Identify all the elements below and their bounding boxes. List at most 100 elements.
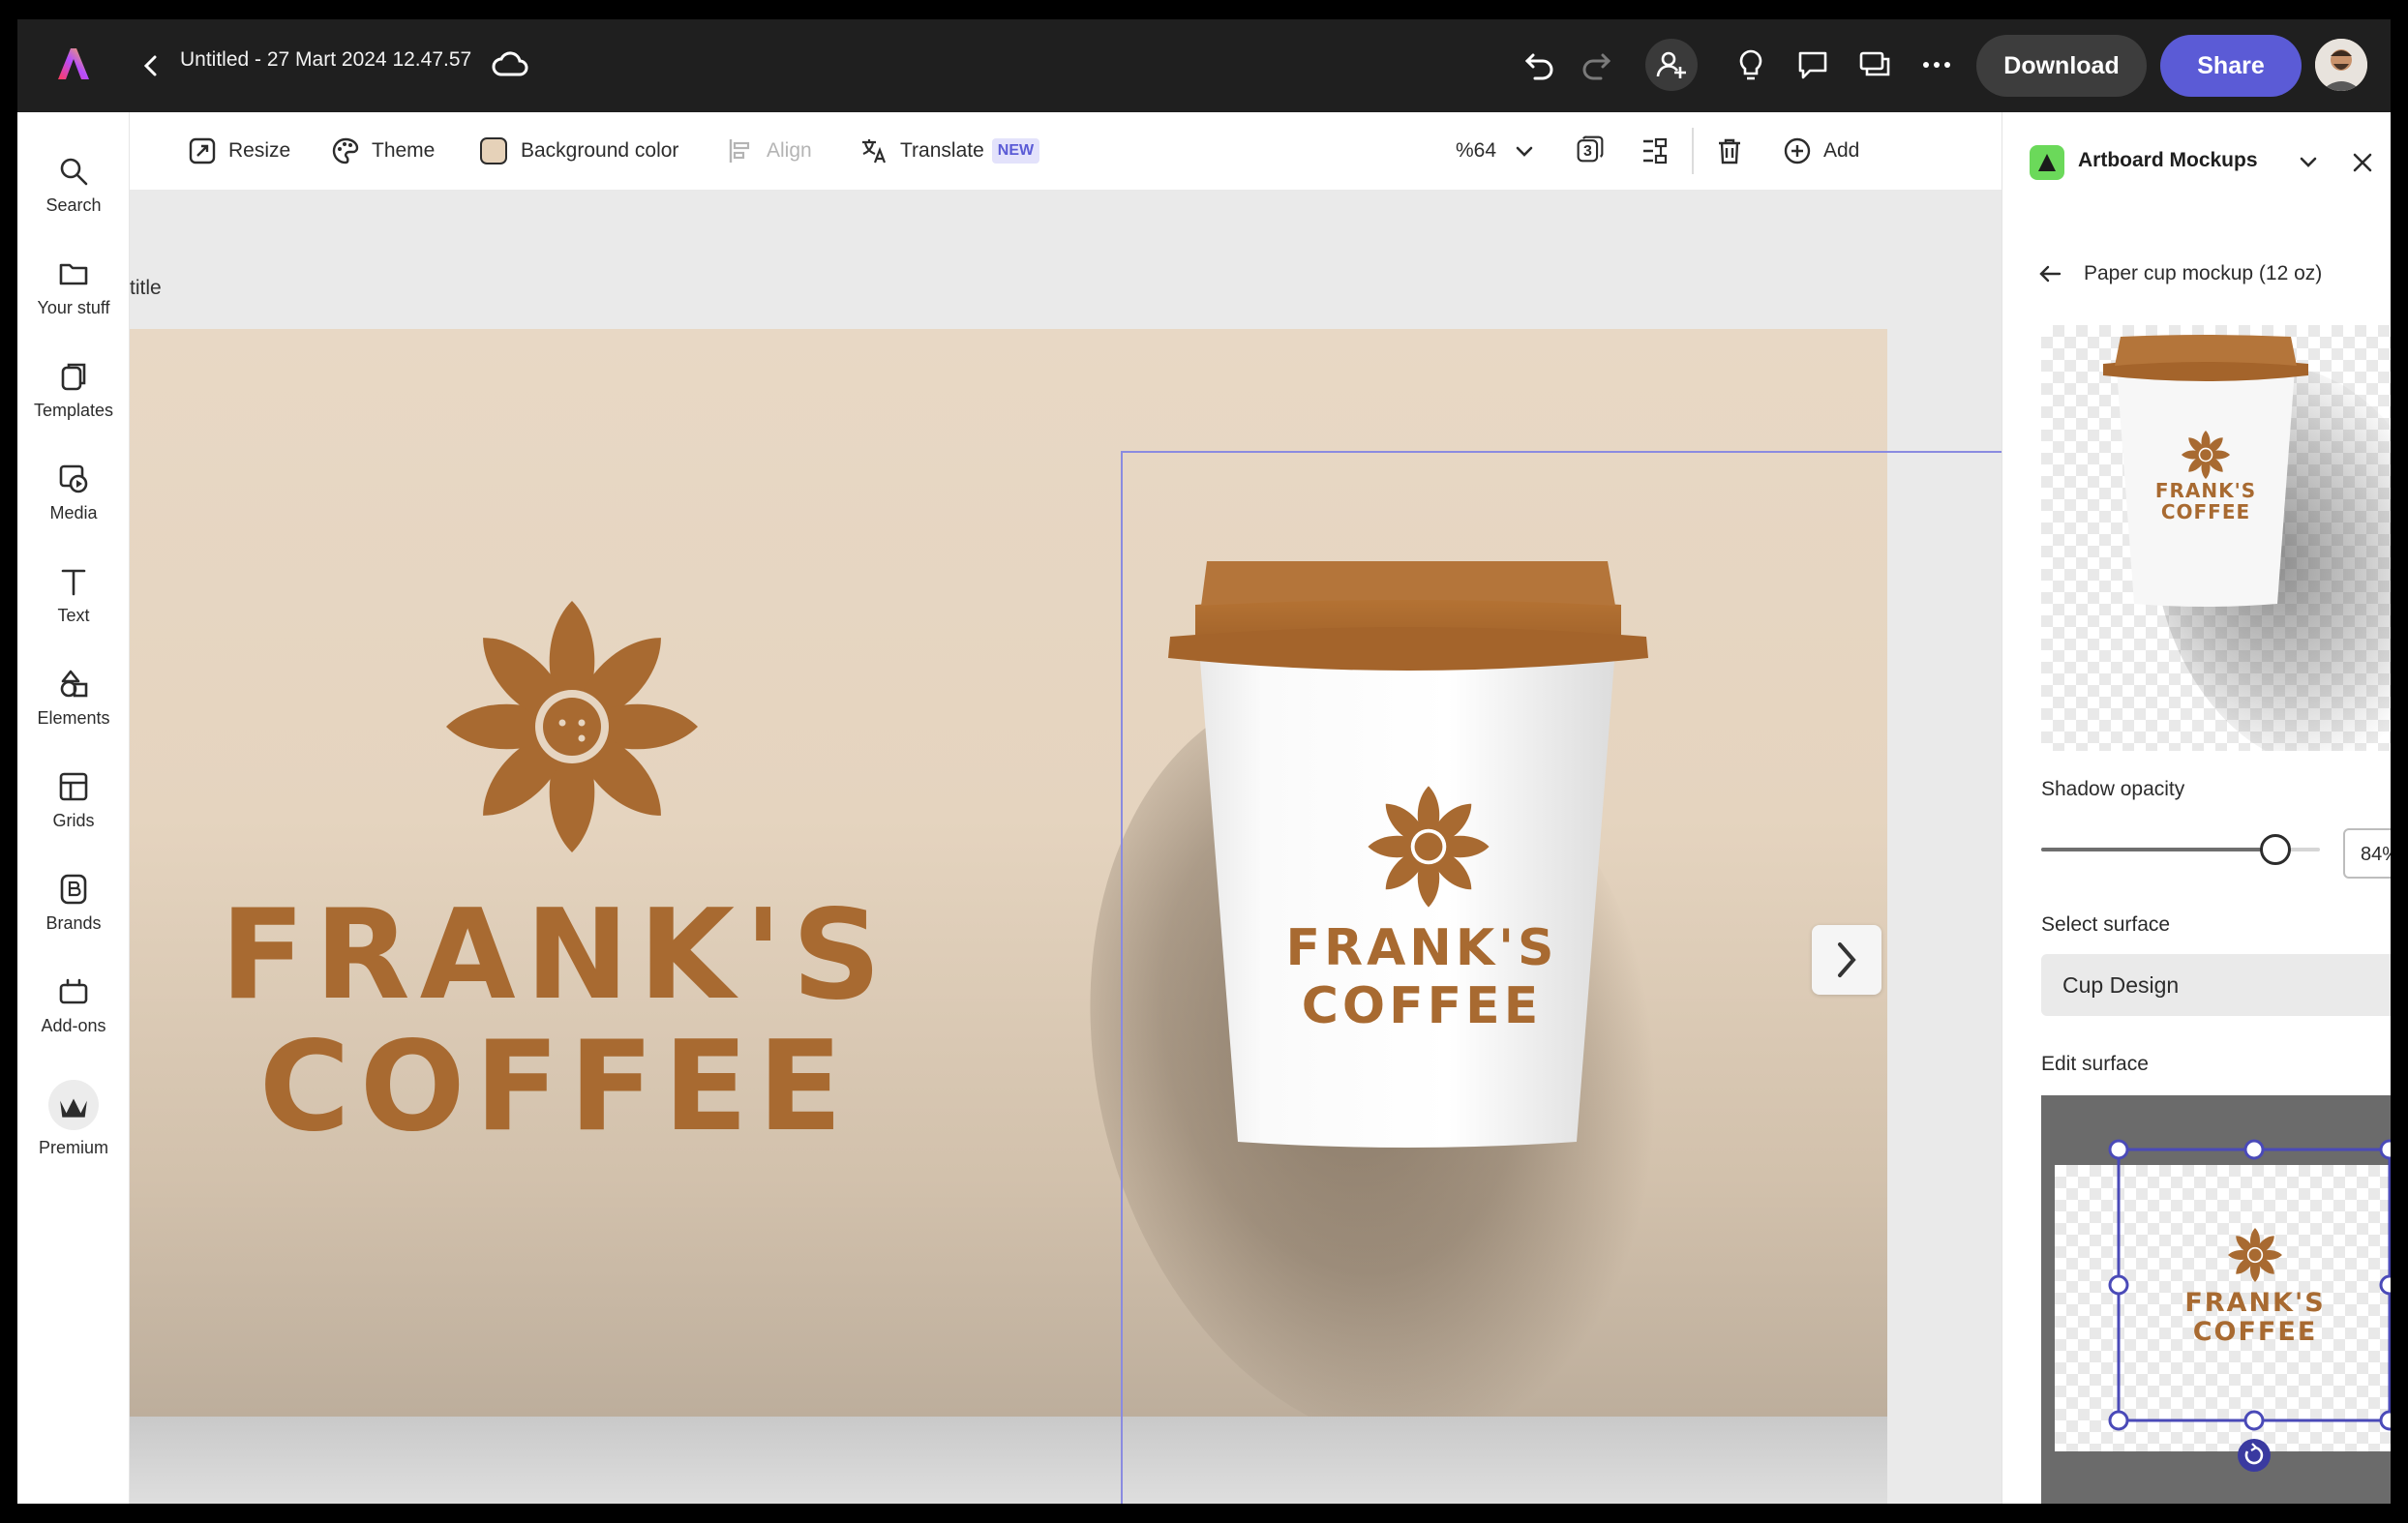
artboard[interactable]: FRANK'S COFFEE FRANK'S COFFEE [130, 329, 1887, 1417]
plus-circle-icon [1784, 137, 1811, 164]
new-badge: NEW [991, 138, 1040, 164]
back-arrow-icon [2039, 265, 2062, 283]
shadow-opacity-slider[interactable] [2041, 832, 2320, 867]
resize-button[interactable]: Resize [188, 132, 290, 170]
preview-text-line2: COFFEE [2160, 500, 2251, 523]
page-title-label[interactable]: title [130, 277, 162, 300]
layers-count: 3 [1583, 143, 1592, 160]
add-button[interactable]: Add [1783, 132, 1859, 170]
sidebar-item-add-ons[interactable]: Add-ons [17, 971, 130, 1068]
lightbulb-icon[interactable] [1731, 45, 1771, 85]
slider-thumb[interactable] [2260, 834, 2291, 865]
back-chevron-icon[interactable] [134, 46, 168, 85]
surface-select-dropdown[interactable]: Cup Design [2041, 954, 2391, 1016]
templates-icon [61, 363, 86, 391]
sidebar-item-your-stuff[interactable]: Your stuff [17, 254, 130, 350]
comment-icon[interactable] [1792, 45, 1833, 85]
undo-icon[interactable] [1520, 45, 1560, 85]
back-button[interactable] [2035, 259, 2064, 288]
download-button[interactable]: Download [1976, 35, 2147, 97]
sidebar-item-label: Templates [33, 401, 114, 420]
text-icon [61, 569, 86, 596]
sidebar-item-text[interactable]: Text [17, 561, 130, 658]
next-arrow-button[interactable] [1812, 925, 1881, 995]
align-button[interactable]: Align [726, 132, 812, 170]
brand-name-line1[interactable]: FRANK'S [188, 890, 923, 1022]
cup-text-line1: FRANK'S [1285, 919, 1558, 977]
panel-collapse-button[interactable] [2293, 147, 2324, 178]
preview-text-line1: FRANK'S [2154, 479, 2257, 502]
addon-panel: Artboard Mockups Paper cup mockup (12 oz… [2002, 112, 2391, 1504]
app-window: Untitled - 27 Mart 2024 12.47.57 Downloa… [17, 19, 2391, 1504]
align-left-icon [729, 139, 750, 163]
cup-text-line2: COFFEE [1301, 977, 1543, 1035]
addons-icon [59, 978, 88, 1004]
paper-cup-mockup[interactable]: FRANK'S COFFEE [1160, 558, 1656, 1161]
layers-button[interactable]: 3 [1576, 132, 1609, 170]
sidebar-item-media[interactable]: Media [17, 459, 130, 555]
sidebar-item-elements[interactable]: Elements [17, 664, 130, 761]
context-toolbar: Resize Theme Background color Align Tran… [130, 112, 2002, 190]
edit-surface-label: Edit surface [2041, 1053, 2149, 1075]
premium-crown-icon [48, 1080, 99, 1130]
shadow-opacity-input[interactable]: 84% [2343, 828, 2391, 879]
translate-icon [862, 139, 887, 164]
more-options-icon[interactable] [1916, 45, 1957, 85]
translate-button[interactable]: Translate NEW [859, 132, 1040, 170]
adobe-express-logo-icon[interactable] [52, 43, 95, 85]
sidebar-item-brands[interactable]: Brands [17, 869, 130, 966]
chevron-right-icon [1838, 942, 1856, 977]
select-surface-label: Select surface [2041, 913, 2171, 936]
sidebar-item-search[interactable]: Search [17, 151, 130, 248]
palette-icon [332, 137, 359, 164]
sidebar-item-label: Add-ons [41, 1016, 106, 1035]
panel-close-button[interactable] [2347, 147, 2378, 178]
surface-select-value: Cup Design [2062, 971, 2180, 998]
top-bar: Untitled - 27 Mart 2024 12.47.57 Downloa… [17, 19, 2391, 112]
cloud-sync-icon[interactable] [490, 45, 530, 83]
canvas-bottom-area [130, 1417, 1887, 1504]
sidebar-item-label: Your stuff [37, 298, 110, 317]
mockup-preview[interactable]: FRANK'S COFFEE [2041, 325, 2391, 751]
theme-label: Theme [372, 139, 436, 162]
sidebar-item-grids[interactable]: Grids [17, 766, 130, 863]
chevron-down-icon [2300, 157, 2317, 167]
mockup-subtitle: Paper cup mockup (12 oz) [2084, 262, 2323, 284]
share-button[interactable]: Share [2160, 35, 2302, 97]
brand-name-line2[interactable]: COFFEE [188, 1022, 923, 1153]
sidebar-item-premium[interactable]: Premium [17, 1080, 130, 1196]
document-title[interactable]: Untitled - 27 Mart 2024 12.47.57 [180, 48, 471, 72]
close-icon [2353, 153, 2372, 172]
background-color-swatch [480, 137, 507, 164]
background-color-label: Background color [521, 139, 679, 162]
user-avatar[interactable] [2315, 39, 2367, 91]
panel-title: Artboard Mockups [2078, 149, 2258, 171]
redo-icon[interactable] [1576, 45, 1616, 85]
sidebar-item-label: Search [45, 195, 102, 215]
invite-collaborator-icon[interactable] [1645, 39, 1698, 91]
grids-icon [59, 772, 88, 801]
transform-handles[interactable] [2041, 1095, 2391, 1504]
arrange-layers-icon [1643, 137, 1668, 164]
elements-icon [60, 670, 88, 698]
theme-button[interactable]: Theme [331, 132, 435, 170]
delete-button[interactable] [1715, 132, 1756, 170]
edit-surface-canvas[interactable]: FRANK'S COFFEE [2041, 1095, 2391, 1504]
arrange-button[interactable] [1640, 132, 1680, 170]
zoom-dropdown[interactable]: %64 [1456, 132, 1539, 170]
slider-fill [2041, 848, 2275, 851]
media-icon [59, 464, 88, 493]
resize-label: Resize [228, 139, 291, 162]
brands-icon [60, 874, 87, 905]
sidebar-item-templates[interactable]: Templates [17, 356, 130, 453]
shadow-opacity-label: Shadow opacity [2041, 778, 2185, 800]
sidebar-item-label: Grids [52, 811, 95, 830]
translate-label: Translate [900, 139, 984, 162]
present-share-icon[interactable] [1854, 45, 1895, 85]
sidebar-item-label: Media [49, 503, 98, 523]
toolbar-divider [1692, 128, 1694, 174]
trash-icon [1719, 138, 1740, 164]
flower-logo[interactable] [441, 596, 703, 857]
background-color-button[interactable]: Background color [480, 132, 678, 170]
sidebar-item-label: Premium [38, 1138, 108, 1157]
